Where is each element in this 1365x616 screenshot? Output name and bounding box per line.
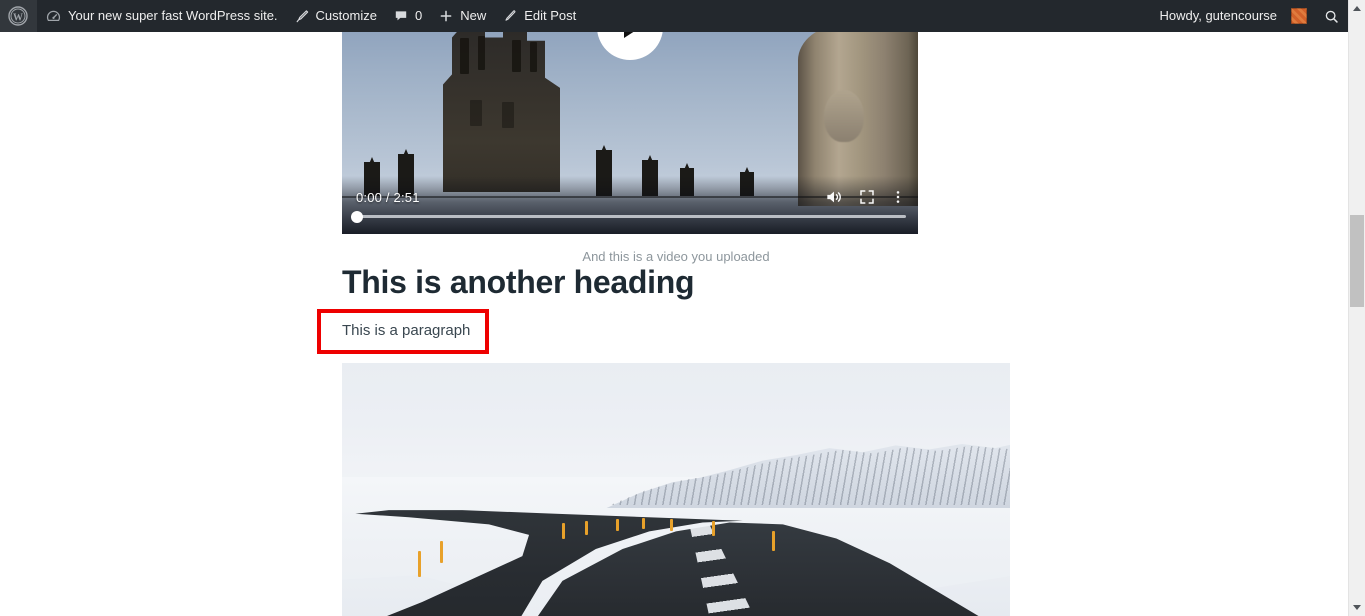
post-image[interactable]	[342, 363, 1010, 616]
play-button[interactable]	[597, 28, 663, 60]
site-name-label: Your new super fast WordPress site.	[68, 8, 278, 23]
admin-bar-search-button[interactable]	[1315, 0, 1348, 32]
comments-count: 0	[414, 8, 423, 23]
edit-post-label: Edit Post	[524, 8, 577, 23]
paintbrush-icon	[294, 8, 310, 24]
wp-logo-menu[interactable]: W	[0, 0, 37, 32]
video-time-display: 0:00 / 2:51	[356, 190, 420, 205]
search-icon	[1323, 8, 1340, 25]
site-name-menu[interactable]: Your new super fast WordPress site.	[37, 0, 286, 32]
roadside-marker	[585, 521, 588, 535]
post-paragraph[interactable]: This is a paragraph	[342, 322, 470, 339]
scroll-up-arrow-icon	[1353, 6, 1361, 11]
dashboard-speedometer-icon	[45, 8, 62, 25]
my-account-menu[interactable]: Howdy, gutencourse	[1151, 0, 1315, 32]
fullscreen-icon[interactable]	[858, 188, 876, 206]
plus-icon	[438, 8, 454, 24]
admin-bar-right-group: Howdy, gutencourse	[1151, 0, 1348, 32]
roadside-marker	[772, 531, 775, 551]
roadside-marker	[440, 541, 443, 563]
scrollbar-thumb[interactable]	[1350, 215, 1364, 307]
roadside-marker	[616, 519, 619, 531]
video-control-bar: 0:00 / 2:51	[342, 176, 918, 234]
comments-menu[interactable]: 0	[385, 0, 430, 32]
roadside-marker	[562, 523, 565, 539]
roadside-marker	[418, 551, 421, 577]
howdy-label: Howdy, gutencourse	[1159, 8, 1277, 23]
roadside-marker	[670, 519, 673, 531]
scroll-up-button[interactable]	[1349, 0, 1365, 17]
wordpress-logo-icon: W	[8, 6, 28, 26]
new-content-label: New	[460, 8, 487, 23]
wp-admin-bar: W Your new super fast WordPress site. Cu…	[0, 0, 1348, 32]
customize-menu[interactable]: Customize	[286, 0, 385, 32]
edit-post-menu[interactable]: Edit Post	[494, 0, 584, 32]
volume-on-icon[interactable]	[824, 187, 844, 207]
page-heading: This is another heading	[342, 264, 695, 300]
user-avatar	[1291, 8, 1307, 24]
video-progress-handle[interactable]	[351, 210, 363, 223]
scroll-down-arrow-icon	[1353, 605, 1361, 610]
video-progress-bar[interactable]	[351, 210, 906, 223]
roadside-marker	[712, 521, 715, 536]
comment-bubble-icon	[393, 8, 409, 24]
video-control-buttons	[824, 187, 906, 207]
new-content-menu[interactable]: New	[430, 0, 494, 32]
scroll-down-button[interactable]	[1349, 599, 1365, 616]
video-caption: And this is a video you uploaded	[582, 249, 770, 264]
kebab-menu-icon[interactable]	[890, 188, 906, 206]
vertical-scrollbar[interactable]	[1348, 0, 1365, 616]
customize-label: Customize	[315, 8, 377, 23]
post-content-area: 0:00 / 2:51 And this is a video you uplo…	[0, 28, 1348, 616]
pencil-icon	[502, 8, 518, 24]
video-player[interactable]: 0:00 / 2:51	[342, 28, 918, 234]
browser-viewport: W Your new super fast WordPress site. Cu…	[0, 0, 1365, 616]
cathedral-tower	[443, 28, 560, 192]
svg-text:W: W	[13, 13, 23, 24]
roadside-marker	[642, 518, 645, 529]
statue-head	[824, 90, 864, 142]
